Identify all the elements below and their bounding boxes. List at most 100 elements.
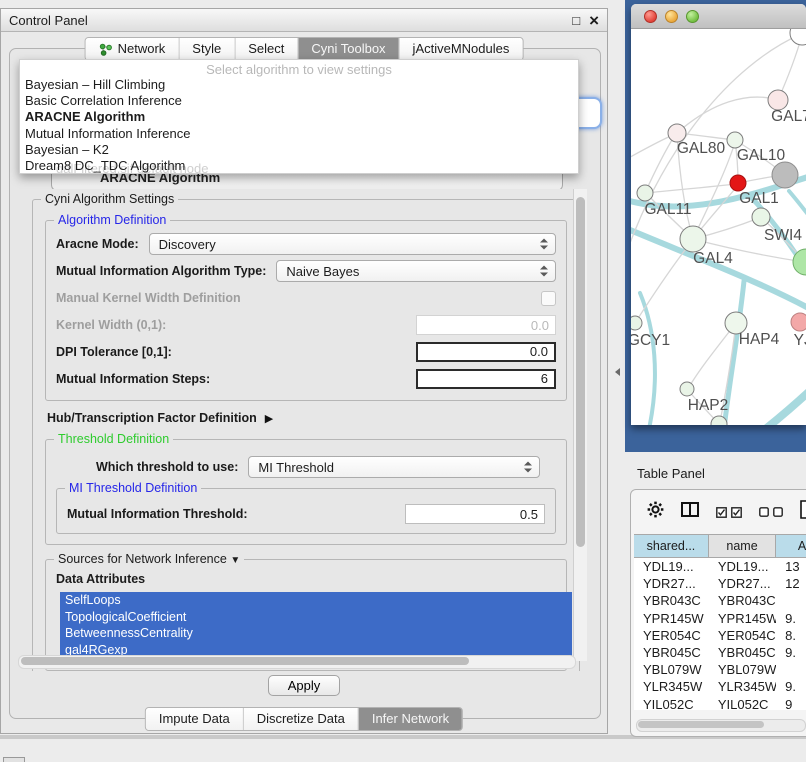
table-cell[interactable]: YBR045C <box>634 645 709 660</box>
zoom-traffic-light[interactable] <box>686 10 699 23</box>
control-panel-tabbar: NetworkStyleSelectCyni ToolboxjActiveMNo… <box>85 37 524 61</box>
table-cell[interactable]: YIL052C <box>634 697 709 710</box>
table-cell[interactable]: YBL079W <box>709 662 776 677</box>
gear-icon[interactable] <box>647 501 664 523</box>
aracne-mode-select[interactable]: Discovery <box>149 233 556 255</box>
table-cell[interactable]: YIL052C <box>709 697 776 710</box>
table-cell[interactable]: YBR043C <box>634 593 709 608</box>
network-window-titlebar[interactable] <box>631 4 806 29</box>
sources-legend[interactable]: Sources for Network Inference ▼ <box>54 552 244 566</box>
table-cell[interactable]: YER054C <box>634 628 709 643</box>
network-node-gal1[interactable] <box>730 175 746 191</box>
settings-vertical-scrollbar[interactable] <box>573 189 587 661</box>
deselect-all-icon[interactable] <box>759 507 783 517</box>
table-cell[interactable]: YPR145W <box>709 611 776 626</box>
tab-discretize-data[interactable]: Discretize Data <box>243 708 358 730</box>
table-cell[interactable]: YLR345W <box>709 679 776 694</box>
network-node-gal11[interactable] <box>637 185 653 201</box>
splitpane-collapse-arrow[interactable] <box>615 368 620 376</box>
close-traffic-light[interactable] <box>644 10 657 23</box>
table-cell[interactable]: YDR27... <box>634 576 709 591</box>
network-node-gcy1[interactable] <box>631 316 642 330</box>
node-label-gal1: GAL1 <box>739 190 779 207</box>
network-edge <box>763 387 806 425</box>
table-row[interactable]: YDR27...YDR27...12 <box>634 575 806 592</box>
aracne-mode-value: Discovery <box>159 237 216 252</box>
table-cell[interactable]: YDR27... <box>709 576 776 591</box>
table-cell[interactable]: 9. <box>776 645 806 660</box>
tab-style[interactable]: Style <box>178 38 234 60</box>
tab-infer-network[interactable]: Infer Network <box>358 708 462 730</box>
table-row[interactable]: YBR045CYBR045C9. <box>634 644 806 661</box>
algorithm-option-bayesian-hill-climbing[interactable]: Bayesian – Hill Climbing <box>20 77 578 93</box>
table-cell[interactable]: YDL19... <box>634 559 709 574</box>
which-threshold-select[interactable]: MI Threshold <box>248 456 540 478</box>
apply-button[interactable]: Apply <box>268 675 341 696</box>
network-canvas[interactable]: GAL7GAL80GAL10GAL1GAL11SWI4GAL4GCY1HAP4Y… <box>631 29 806 425</box>
network-node[interactable] <box>790 29 806 45</box>
algorithm-option-dream8-dc-tdc-algorithm[interactable]: Dream8 DC_TDC Algorithm <box>20 158 578 174</box>
table-cell[interactable]: YBL079W <box>634 662 709 677</box>
column-header-name[interactable]: name <box>709 535 776 557</box>
tab-network[interactable]: Network <box>86 38 179 60</box>
table-row[interactable]: YIL052CYIL052C9 <box>634 696 806 711</box>
table-toolbar <box>631 490 806 534</box>
column-header-a[interactable]: A <box>776 535 806 557</box>
columns-icon[interactable] <box>681 502 699 522</box>
network-icon <box>99 43 113 56</box>
table-cell[interactable]: 9 <box>776 697 806 710</box>
attribute-item-topologicalcoefficient[interactable]: TopologicalCoefficient <box>60 609 572 626</box>
network-node-hap2[interactable] <box>680 382 694 396</box>
table-row[interactable]: YPR145WYPR145W9. <box>634 610 806 627</box>
table-cell[interactable]: 9. <box>776 611 806 626</box>
attribute-item-selfloops[interactable]: SelfLoops <box>60 592 572 609</box>
table-cell[interactable]: YER054C <box>709 628 776 643</box>
table-cell[interactable]: 12 <box>776 576 806 591</box>
algorithm-option-aracne-algorithm[interactable]: ARACNE Algorithm <box>20 109 578 125</box>
mi-algorithm-type-select[interactable]: Naive Bayes <box>276 260 556 282</box>
tab-impute-data[interactable]: Impute Data <box>146 708 243 730</box>
table-row[interactable]: YER054CYER054C8. <box>634 627 806 644</box>
tab-select[interactable]: Select <box>234 38 297 60</box>
document-icon[interactable] <box>800 500 806 524</box>
tab-impute-data-label: Impute Data <box>159 708 230 730</box>
mi-threshold-field[interactable]: 0.5 <box>405 504 545 524</box>
network-node-gal4[interactable] <box>680 226 706 252</box>
table-cell[interactable]: 13 <box>776 559 806 574</box>
network-node-gal10[interactable] <box>727 132 743 148</box>
table-horizontal-scrollbar[interactable] <box>636 719 806 732</box>
algorithm-option-mutual-information-inference[interactable]: Mutual Information Inference <box>20 126 578 142</box>
network-node-gal7[interactable] <box>768 90 788 110</box>
column-header-shared[interactable]: shared... <box>634 535 709 557</box>
network-node-swi4[interactable] <box>752 208 770 226</box>
table-cell[interactable]: YDL19... <box>709 559 776 574</box>
table-cell[interactable]: YBR045C <box>709 645 776 660</box>
table-cell[interactable]: 9. <box>776 679 806 694</box>
algorithm-option-bayesian-k2[interactable]: Bayesian – K2 <box>20 142 578 158</box>
tab-cyni-toolbox[interactable]: Cyni Toolbox <box>297 38 398 60</box>
table-row[interactable]: YDL19...YDL19...13 <box>634 558 806 575</box>
table-row[interactable]: YLR345WYLR345W9. <box>634 678 806 695</box>
network-node-yjl[interactable] <box>791 313 806 331</box>
manual-kernel-width-checkbox <box>541 291 556 306</box>
tab-jactivemnodules[interactable]: jActiveMNodules <box>399 38 523 60</box>
select-all-icon[interactable] <box>716 507 742 518</box>
settings-horizontal-scrollbar[interactable] <box>18 655 576 669</box>
table-cell[interactable]: YBR043C <box>709 593 776 608</box>
close-icon[interactable]: × <box>589 14 599 27</box>
minimize-traffic-light[interactable] <box>665 10 678 23</box>
table-cell[interactable]: YLR345W <box>634 679 709 694</box>
table-row[interactable]: YBL079WYBL079W <box>634 661 806 678</box>
bottom-partial-button[interactable] <box>3 757 25 762</box>
network-edge <box>789 191 806 223</box>
algorithm-option-basic-correlation-inference[interactable]: Basic Correlation Inference <box>20 93 578 109</box>
dpi-tolerance-field[interactable]: 0.0 <box>416 342 556 362</box>
attribute-item-betweennesscentrality[interactable]: BetweennessCentrality <box>60 625 572 642</box>
float-window-icon[interactable]: □ <box>572 13 580 28</box>
table-cell[interactable]: 8. <box>776 628 806 643</box>
network-node[interactable] <box>772 162 798 188</box>
table-row[interactable]: YBR043CYBR043C <box>634 592 806 609</box>
table-cell[interactable]: YPR145W <box>634 611 709 626</box>
mi-steps-field[interactable]: 6 <box>416 369 556 389</box>
hub-definition-expander[interactable]: Hub/Transcription Factor Definition ▶ <box>47 411 569 425</box>
